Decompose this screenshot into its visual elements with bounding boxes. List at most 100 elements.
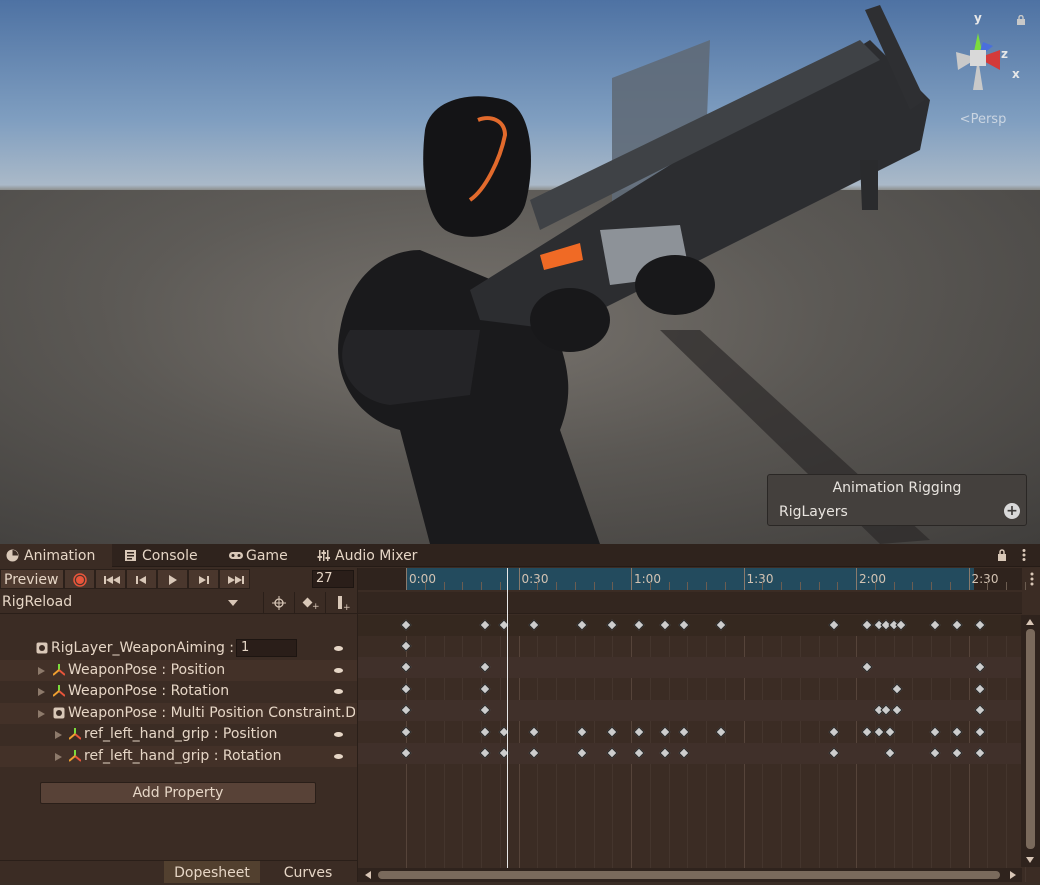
scroll-thumb[interactable] — [378, 871, 1000, 879]
events-row[interactable] — [358, 592, 1022, 614]
ruler-minor-tick — [499, 582, 501, 590]
overlay-title: Animation Rigging — [832, 480, 962, 496]
scroll-right-icon[interactable] — [1010, 871, 1016, 879]
tab-audio-mixer[interactable]: Audio Mixer — [311, 544, 431, 567]
frame-field[interactable]: 27 — [312, 570, 354, 588]
scroll-left-icon[interactable] — [365, 871, 371, 879]
tab-console[interactable]: Console — [118, 544, 220, 567]
keyframe-area[interactable] — [358, 615, 1026, 882]
next-key-button[interactable] — [188, 569, 219, 589]
scroll-down-icon[interactable] — [1026, 857, 1034, 863]
add-property-button[interactable]: Add Property — [40, 782, 316, 804]
keyframe-row[interactable] — [358, 700, 1022, 721]
expand-arrow-icon[interactable] — [38, 688, 45, 696]
keyframe-row[interactable] — [358, 722, 1022, 743]
tab-game[interactable]: Game — [222, 544, 308, 567]
eye-icon[interactable] — [334, 668, 343, 673]
keyframe-row[interactable] — [358, 679, 1022, 700]
ruler-minor-tick — [818, 582, 820, 590]
more-menu-icon[interactable] — [1018, 548, 1030, 562]
component-icon — [53, 707, 65, 719]
playhead[interactable] — [507, 568, 509, 882]
add-event-button[interactable]: + — [325, 592, 357, 614]
expand-arrow-icon[interactable] — [55, 731, 62, 739]
add-keyframe-button[interactable]: + — [294, 592, 324, 614]
ruler-minor-tick — [574, 582, 576, 590]
transform-icon — [69, 728, 81, 740]
scroll-up-icon[interactable] — [1026, 619, 1034, 625]
ruler-tick — [406, 568, 407, 590]
tab-dopesheet[interactable]: Dopesheet — [164, 861, 260, 883]
ruler-label: 1:00 — [634, 572, 661, 586]
last-key-button[interactable] — [219, 569, 250, 589]
ruler-minor-tick — [1006, 582, 1007, 590]
more-menu-icon[interactable] — [1030, 572, 1034, 586]
property-row[interactable]: WeaponPose : Multi Position Constraint.D… — [0, 703, 357, 724]
eye-icon[interactable] — [334, 732, 343, 737]
ruler-minor-tick — [424, 582, 426, 590]
ruler-minor-tick — [481, 582, 482, 590]
lock-icon[interactable] — [1016, 15, 1026, 25]
chevron-down-icon[interactable] — [228, 600, 238, 606]
clip-range — [406, 568, 974, 590]
property-row[interactable]: ref_left_hand_grip : Position — [0, 724, 357, 745]
ruler-tick — [968, 568, 970, 590]
property-row[interactable]: ref_left_hand_grip : Rotation — [0, 746, 357, 767]
animation-window: Animation Console Game Audio Mixer Previ… — [0, 544, 1040, 883]
add-icon[interactable]: + — [1004, 503, 1020, 519]
prev-key-button[interactable] — [126, 569, 157, 589]
ruler-minor-tick — [987, 582, 989, 590]
console-icon — [125, 550, 136, 561]
window-tab-bar: Animation Console Game Audio Mixer — [0, 544, 1040, 567]
property-row[interactable]: WeaponPose : Position — [0, 660, 357, 681]
preview-button[interactable]: Preview — [0, 569, 64, 589]
first-key-button[interactable] — [95, 569, 126, 589]
clip-dropdown[interactable]: RigReload — [2, 594, 72, 610]
summary-keyframe-row[interactable] — [358, 615, 1022, 636]
add-keyframe-icon: + — [302, 597, 320, 612]
step-back-icon — [136, 576, 146, 584]
tab-animation[interactable]: Animation — [0, 544, 112, 567]
ruler-label: 2:00 — [859, 572, 886, 586]
record-button[interactable] — [64, 569, 95, 589]
vertical-scrollbar[interactable] — [1021, 615, 1040, 867]
scroll-thumb[interactable] — [1026, 629, 1035, 849]
step-forward-icon — [199, 576, 209, 584]
ruler-minor-tick — [462, 582, 464, 590]
skip-last-icon — [228, 576, 244, 584]
rig-layers-item[interactable]: RigLayers + — [768, 501, 1026, 525]
ruler-minor-tick — [949, 582, 951, 590]
ruler-minor-tick — [593, 582, 595, 590]
axis-x-label: x — [1012, 67, 1020, 81]
scene-view[interactable]: y z x <Persp Animation Rigging RigLayers… — [0, 0, 1040, 544]
expand-arrow-icon[interactable] — [38, 667, 45, 675]
dopesheet[interactable]: 0:00 0:30 1:00 1:30 2:00 2:30 — [357, 568, 1040, 882]
timeline-ruler[interactable]: 0:00 0:30 1:00 1:30 2:00 2:30 — [358, 568, 1026, 590]
eye-icon[interactable] — [334, 689, 343, 694]
keyframe-row[interactable] — [358, 657, 1022, 678]
orientation-gizmo[interactable]: y z x <Persp — [938, 8, 1028, 127]
lock-window-icon[interactable] — [996, 548, 1008, 562]
horizontal-scrollbar[interactable] — [358, 868, 1022, 882]
ruler-minor-tick — [443, 582, 445, 590]
axis-gizmo-icon: y z x — [956, 11, 1020, 90]
ruler-label: 0:00 — [409, 572, 436, 586]
filter-selected-button[interactable] — [263, 592, 293, 614]
expand-arrow-icon[interactable] — [55, 753, 62, 761]
eye-icon[interactable] — [334, 646, 343, 651]
transform-icon — [53, 664, 65, 676]
projection-label[interactable]: <Persp — [938, 112, 1028, 127]
property-value-field[interactable]: 1 — [236, 639, 297, 657]
property-row[interactable]: RigLayer_WeaponAiming : R 1 — [0, 638, 357, 659]
axis-y-label: y — [974, 11, 982, 25]
ruler-minor-tick — [556, 582, 557, 590]
expand-arrow-icon[interactable] — [38, 710, 45, 718]
eye-icon[interactable] — [334, 754, 343, 759]
property-row[interactable]: WeaponPose : Rotation — [0, 681, 357, 702]
tab-curves[interactable]: Curves — [262, 861, 354, 883]
keyframe-row[interactable] — [358, 743, 1022, 764]
play-icon — [169, 575, 177, 585]
keyframe-row[interactable] — [358, 636, 1022, 657]
clock-icon — [6, 549, 19, 562]
play-button[interactable] — [157, 569, 188, 589]
